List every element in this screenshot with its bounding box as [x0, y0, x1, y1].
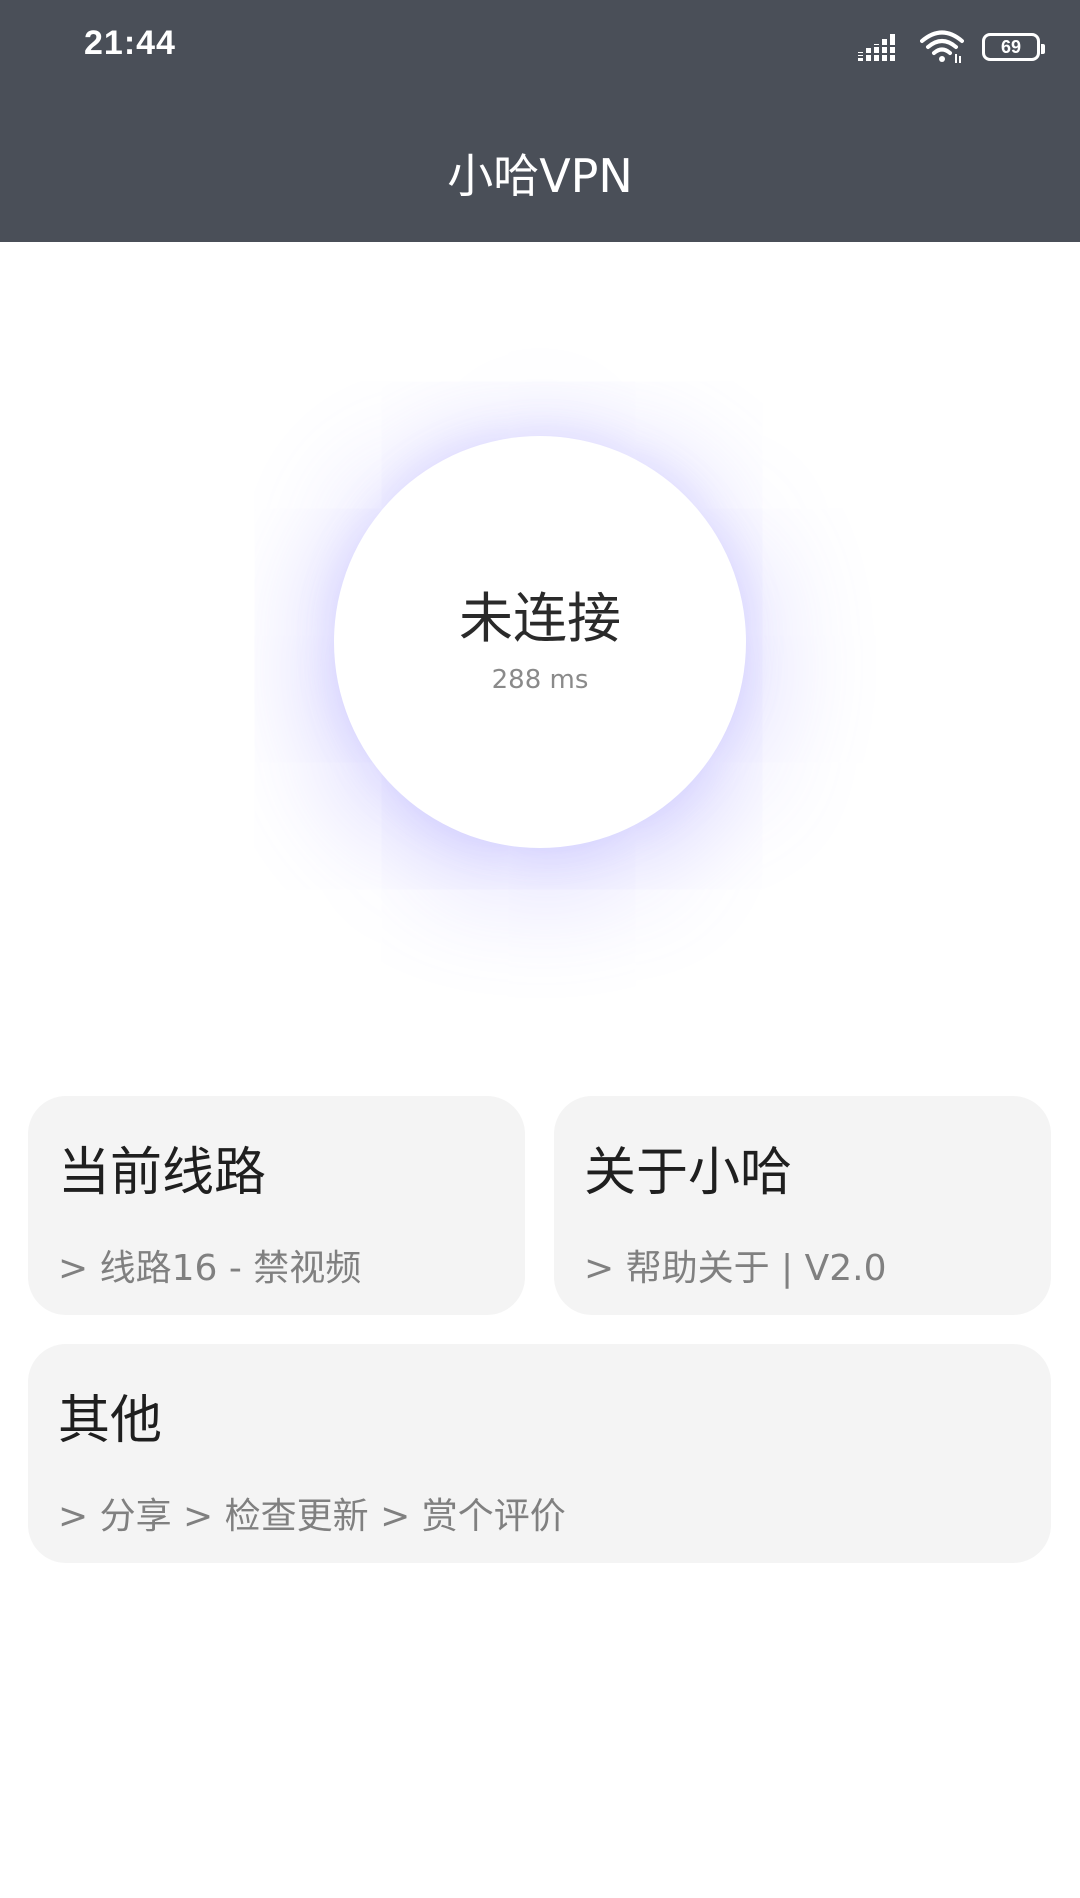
- about-card[interactable]: 关于小哈 > 帮助关于 | V2.0: [554, 1096, 1051, 1315]
- current-route-subtitle: > 线路16 - 禁视频: [58, 1248, 362, 1289]
- about-title: 关于小哈: [584, 1143, 793, 1203]
- other-subtitle: > 分享 > 检查更新 > 赏个评价: [58, 1496, 566, 1537]
- current-route-title: 当前线路: [58, 1143, 267, 1203]
- current-route-card[interactable]: 当前线路 > 线路16 - 禁视频: [28, 1096, 525, 1315]
- wifi-icon: [920, 30, 964, 63]
- latency-value: 288 ms: [491, 664, 589, 695]
- status-icons: 69: [858, 30, 1045, 64]
- connection-status: 未连接: [459, 586, 621, 650]
- connect-button[interactable]: 未连接 288 ms: [334, 436, 746, 848]
- top-bar: 21:44 69 小哈VPN: [0, 0, 1080, 242]
- page-title: 小哈VPN: [447, 149, 633, 203]
- about-subtitle: > 帮助关于 | V2.0: [584, 1248, 887, 1289]
- battery-icon: 69: [982, 33, 1045, 61]
- status-time: 21:44: [84, 24, 176, 62]
- cellular-signal-icon: [858, 34, 898, 61]
- other-title: 其他: [58, 1391, 163, 1451]
- battery-level: 69: [1000, 37, 1022, 57]
- app-root: 21:44 69 小哈VPN 未连接 288 ms 当前线路 > 线路16 - …: [0, 0, 1080, 1898]
- other-card[interactable]: 其他 > 分享 > 检查更新 > 赏个评价: [28, 1344, 1051, 1563]
